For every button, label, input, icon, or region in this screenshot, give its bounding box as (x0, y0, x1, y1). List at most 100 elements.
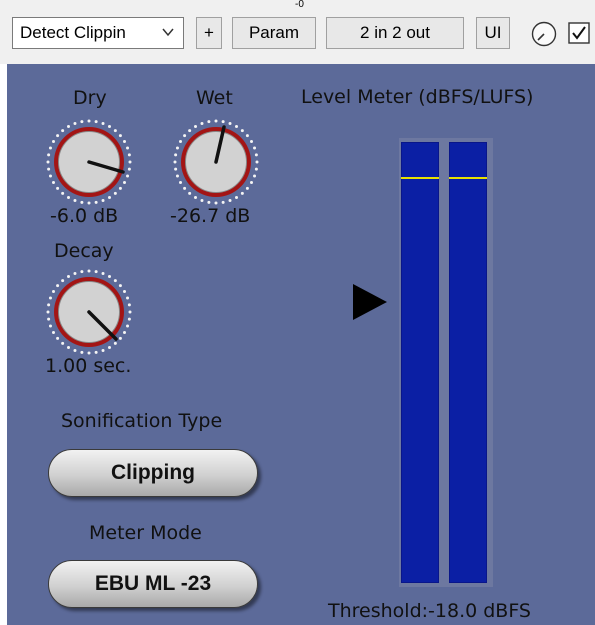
knob-tick-dot (56, 134, 60, 138)
dry-value: -6.0 dB (50, 205, 119, 227)
knob-tick-dot (73, 199, 77, 203)
knob-tick-dot (67, 346, 70, 350)
knob-tick-dot (127, 167, 131, 171)
knob-tick-dot (183, 186, 187, 190)
knob-tick-dot (123, 331, 127, 334)
dry-knob[interactable] (44, 117, 134, 207)
knob-tick-dot (194, 196, 197, 200)
add-button[interactable]: + (196, 17, 222, 49)
knob-tick-dot (118, 284, 122, 288)
meter-bar-left (401, 142, 439, 583)
knob-tick-dot (200, 121, 204, 125)
knob-tick-dot (47, 167, 51, 171)
level-meter-title: Level Meter (dBFS/LUFS) (301, 86, 534, 108)
sonification-type-label: Sonification Type (61, 410, 223, 432)
knob-tick-dot (173, 160, 177, 164)
knob-tick-dot (194, 124, 197, 128)
knob-tick-dot (128, 160, 132, 164)
knob-tick-dot (118, 134, 122, 138)
knob-tick-dot (48, 296, 52, 300)
knob-tick-dot (73, 121, 77, 125)
knob-tick-dot (48, 324, 52, 328)
threshold-line-left (401, 177, 439, 180)
knob-tick-dot (67, 124, 70, 128)
knob-tick-dot (118, 186, 122, 190)
decay-value: 1.00 sec. (45, 355, 132, 377)
knob-tick-dot (126, 174, 130, 178)
knob-tick-dot (56, 186, 60, 190)
knob-tick-dot (207, 200, 211, 204)
knob-tick-dot (235, 124, 238, 128)
toolbar-tick-mark: -0 (295, 0, 304, 10)
knob-tick-dot (94, 350, 98, 354)
sonification-type-button[interactable]: Clipping (48, 449, 258, 497)
param-button[interactable]: Param (232, 17, 316, 49)
knob-tick-dot (61, 341, 65, 345)
knob-tick-dot (87, 269, 91, 273)
knob-tick-dot (67, 274, 70, 278)
knob-tick-dot (48, 146, 52, 150)
knob-tick-dot (178, 140, 182, 143)
knob-tick-dot (240, 191, 244, 195)
knob-tick-dot (127, 153, 131, 157)
dry-label: Dry (73, 87, 107, 109)
knob-tick-dot (207, 120, 211, 124)
knob-tick-dot (87, 119, 91, 123)
knob-tick-dot (51, 331, 55, 334)
threshold-line-right (449, 177, 487, 180)
plugin-panel: Dry -6.0 dB Wet -26.7 dB Decay 1.00 sec.… (7, 64, 595, 625)
knob-tick-dot (254, 153, 258, 157)
knob-tick-dot (126, 146, 130, 150)
knob-tick-dot (47, 317, 51, 321)
knob-tick-dot (51, 140, 55, 143)
knob-tick-dot (127, 317, 131, 321)
knob-tick-dot (80, 350, 84, 354)
threshold-pointer-icon[interactable] (351, 282, 389, 322)
meter-mode-button[interactable]: EBU ML -23 (48, 560, 258, 608)
knob-tick-dot (188, 129, 192, 133)
knob-tick-dot (101, 271, 105, 275)
knob-tick-dot (73, 271, 77, 275)
knob-tick-dot (101, 121, 105, 125)
knob-tick-dot (175, 174, 179, 178)
knob-tick-dot (253, 146, 257, 150)
knob-tick-dot (255, 160, 259, 164)
knob-tick-dot (101, 199, 105, 203)
decay-knob[interactable] (44, 267, 134, 357)
knob-tick-dot (200, 199, 204, 203)
knob-tick-dot (51, 181, 55, 184)
knob-tick-dot (94, 270, 98, 274)
knob-tick-dot (108, 124, 111, 128)
knob-tick-dot (46, 310, 50, 314)
knob-tick-dot (56, 336, 60, 340)
wet-value: -26.7 dB (170, 205, 251, 227)
knob-tick-dot (113, 191, 117, 195)
knob-tick-dot (80, 200, 84, 204)
wet-knob[interactable] (171, 117, 261, 207)
knob-tick-dot (235, 196, 238, 200)
knob-tick-dot (48, 174, 52, 178)
knob-tick-dot (113, 129, 117, 133)
wet-dry-mini-knob-icon[interactable] (530, 20, 558, 48)
preset-dropdown[interactable]: Detect Clippin (12, 17, 184, 49)
knob-tick-dot (108, 346, 111, 350)
ui-button[interactable]: UI (476, 17, 510, 49)
knob-tick-dot (253, 174, 257, 178)
knob-tick-dot (178, 181, 182, 184)
meter-bar-right (449, 142, 487, 583)
knob-tick-dot (127, 303, 131, 307)
knob-tick-dot (80, 120, 84, 124)
enable-checkbox[interactable] (568, 22, 590, 44)
knob-tick-dot (221, 200, 225, 204)
knob-tick-dot (250, 181, 254, 184)
decay-label: Decay (54, 240, 114, 262)
knob-tick-dot (175, 146, 179, 150)
knob-tick-dot (250, 140, 254, 143)
knob-tick-dot (73, 349, 77, 353)
wet-label: Wet (196, 87, 233, 109)
knob-tick-dot (46, 160, 50, 164)
knob-tick-dot (47, 153, 51, 157)
knob-tick-dot (245, 186, 249, 190)
plugin-toolbar: -0 Detect Clippin + Param 2 in 2 out UI (0, 0, 595, 64)
io-config-button[interactable]: 2 in 2 out (326, 17, 464, 49)
